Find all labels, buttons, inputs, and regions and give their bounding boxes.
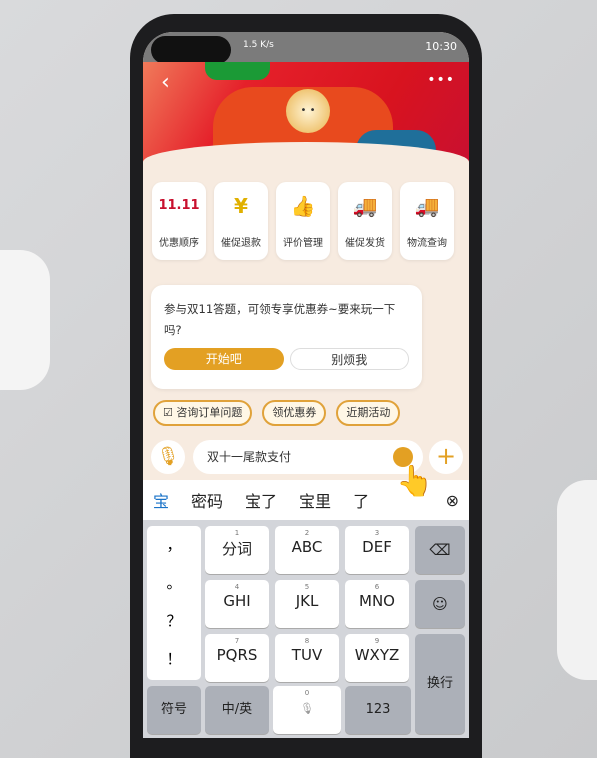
candidate[interactable]: 密码: [191, 488, 223, 512]
t9-key[interactable]: 9 WXYZ: [345, 634, 409, 682]
shortcut-label: 催促发货: [345, 238, 385, 249]
key-label: ABC: [291, 538, 323, 556]
back-chevron-icon[interactable]: ‹: [161, 70, 170, 95]
t9-key[interactable]: 6 MNO: [345, 580, 409, 628]
candidate[interactable]: 了: [353, 488, 369, 512]
quick-chips: ☑ 咨询订单问题 领优惠券 近期活动: [153, 400, 401, 426]
chip-order-question[interactable]: ☑ 咨询订单问题: [153, 400, 253, 426]
key-label: GHI: [223, 592, 251, 610]
keyboard: ， 。 ？ ！ ⌫ ☺ 换行 符号 中/英 0 🎙 123 1 分词 2 ABC 3 DEF…: [143, 520, 469, 738]
background-object: [557, 480, 597, 680]
shortcut-label: 优惠顺序: [159, 238, 199, 249]
punctuation-column[interactable]: ， 。 ？ ！: [147, 526, 201, 680]
punct-key[interactable]: ，: [147, 526, 201, 564]
phone-screen: 1.5 K/s 10:30 • • ‹ ••• 11.11 优惠顺序 ¥ 催促退款 👍 评…: [143, 32, 469, 738]
t9-key[interactable]: 3 DEF: [345, 526, 409, 574]
candidate[interactable]: 宝里: [299, 488, 331, 512]
pointing-hand-icon: 👆: [396, 464, 434, 499]
emoji-key[interactable]: ☺: [415, 580, 465, 628]
dismiss-button[interactable]: 别烦我: [289, 348, 409, 370]
numbers-key[interactable]: 123: [345, 686, 411, 734]
network-speed: 1.5 K/s: [243, 40, 274, 50]
shortcut-icon: 👍: [290, 194, 316, 218]
enter-key[interactable]: 换行: [415, 634, 465, 734]
candidate[interactable]: 宝了: [245, 488, 277, 512]
symbol-key[interactable]: 符号: [147, 686, 201, 734]
key-digit: 0: [304, 689, 310, 697]
key-digit: 5: [304, 583, 310, 591]
key-label: JKL: [295, 592, 319, 610]
t9-key[interactable]: 5 JKL: [275, 580, 339, 628]
key-label: MNO: [359, 592, 395, 610]
punct-key[interactable]: 。: [147, 564, 201, 602]
t9-key[interactable]: 8 TUV: [275, 634, 339, 682]
candidate[interactable]: 宝: [153, 488, 169, 512]
key-digit: 4: [234, 583, 240, 591]
chat-bubble: 参与双11答题，可领专享优惠券~要来玩一下吗? 开始吧 别烦我: [151, 285, 422, 389]
mascot-avatar: • •: [286, 89, 330, 133]
shortcut-icon: 🚚: [352, 194, 378, 218]
message-input[interactable]: 双十一尾款支付: [193, 440, 423, 474]
backspace-key[interactable]: ⌫: [415, 526, 465, 574]
chip-activity[interactable]: 近期活动: [336, 400, 401, 426]
punct-key[interactable]: ？: [147, 602, 201, 640]
shortcut-icon: ¥: [234, 194, 248, 218]
plus-icon[interactable]: +: [429, 440, 463, 474]
key-digit: 9: [374, 637, 380, 645]
key-digit: 7: [234, 637, 240, 645]
camera-cutout: [151, 36, 231, 64]
shortcut-card[interactable]: ¥ 催促退款: [214, 182, 268, 260]
shortcut-icon: 11.11: [158, 198, 200, 213]
key-label: DEF: [362, 538, 392, 556]
key-label: WXYZ: [354, 646, 400, 664]
chat-message: 参与双11答题，可领专享优惠券~要来玩一下吗?: [164, 302, 396, 337]
shortcut-icon: 🚚: [414, 194, 440, 218]
shortcut-label: 评价管理: [283, 238, 323, 249]
start-button[interactable]: 开始吧: [164, 348, 284, 370]
header-banner: • • ‹ •••: [143, 62, 469, 162]
key-label: PQRS: [216, 646, 258, 664]
space-key[interactable]: 0 🎙: [273, 686, 341, 734]
t9-key[interactable]: 2 ABC: [275, 526, 339, 574]
key-digit: 6: [374, 583, 380, 591]
mic-icon: 🎙: [300, 702, 314, 715]
t9-key[interactable]: 7 PQRS: [205, 634, 269, 682]
more-icon[interactable]: •••: [427, 72, 455, 88]
key-digit: 3: [374, 529, 380, 537]
key-label: 分词: [221, 540, 252, 558]
key-label: TUV: [291, 646, 323, 664]
close-candidates-icon[interactable]: ⊗: [446, 491, 459, 510]
punct-key[interactable]: ！: [147, 640, 201, 678]
background-object: [0, 250, 50, 390]
shortcut-label: 物流查询: [407, 238, 447, 249]
microphone-icon[interactable]: 🎙: [151, 440, 185, 474]
key-digit: 1: [234, 529, 240, 537]
shortcut-label: 催促退款: [221, 238, 261, 249]
t9-key[interactable]: 4 GHI: [205, 580, 269, 628]
t9-key[interactable]: 1 分词: [205, 526, 269, 574]
key-digit: 8: [304, 637, 310, 645]
shortcut-card[interactable]: 🚚 催促发货: [338, 182, 392, 260]
shortcut-card[interactable]: 👍 评价管理: [276, 182, 330, 260]
language-key[interactable]: 中/英: [205, 686, 269, 734]
shortcut-card[interactable]: 11.11 优惠顺序: [152, 182, 206, 260]
clock: 10:30: [425, 40, 457, 53]
banner-shape: [205, 62, 270, 80]
key-digit: 2: [304, 529, 310, 537]
shortcut-row: 11.11 优惠顺序 ¥ 催促退款 👍 评价管理 🚚 催促发货 🚚 物流查询: [152, 182, 454, 260]
shortcut-card[interactable]: 🚚 物流查询: [400, 182, 454, 260]
status-bar: 1.5 K/s 10:30: [143, 32, 469, 64]
input-value: 双十一尾款支付: [207, 450, 292, 464]
chip-coupon[interactable]: 领优惠券: [262, 400, 327, 426]
